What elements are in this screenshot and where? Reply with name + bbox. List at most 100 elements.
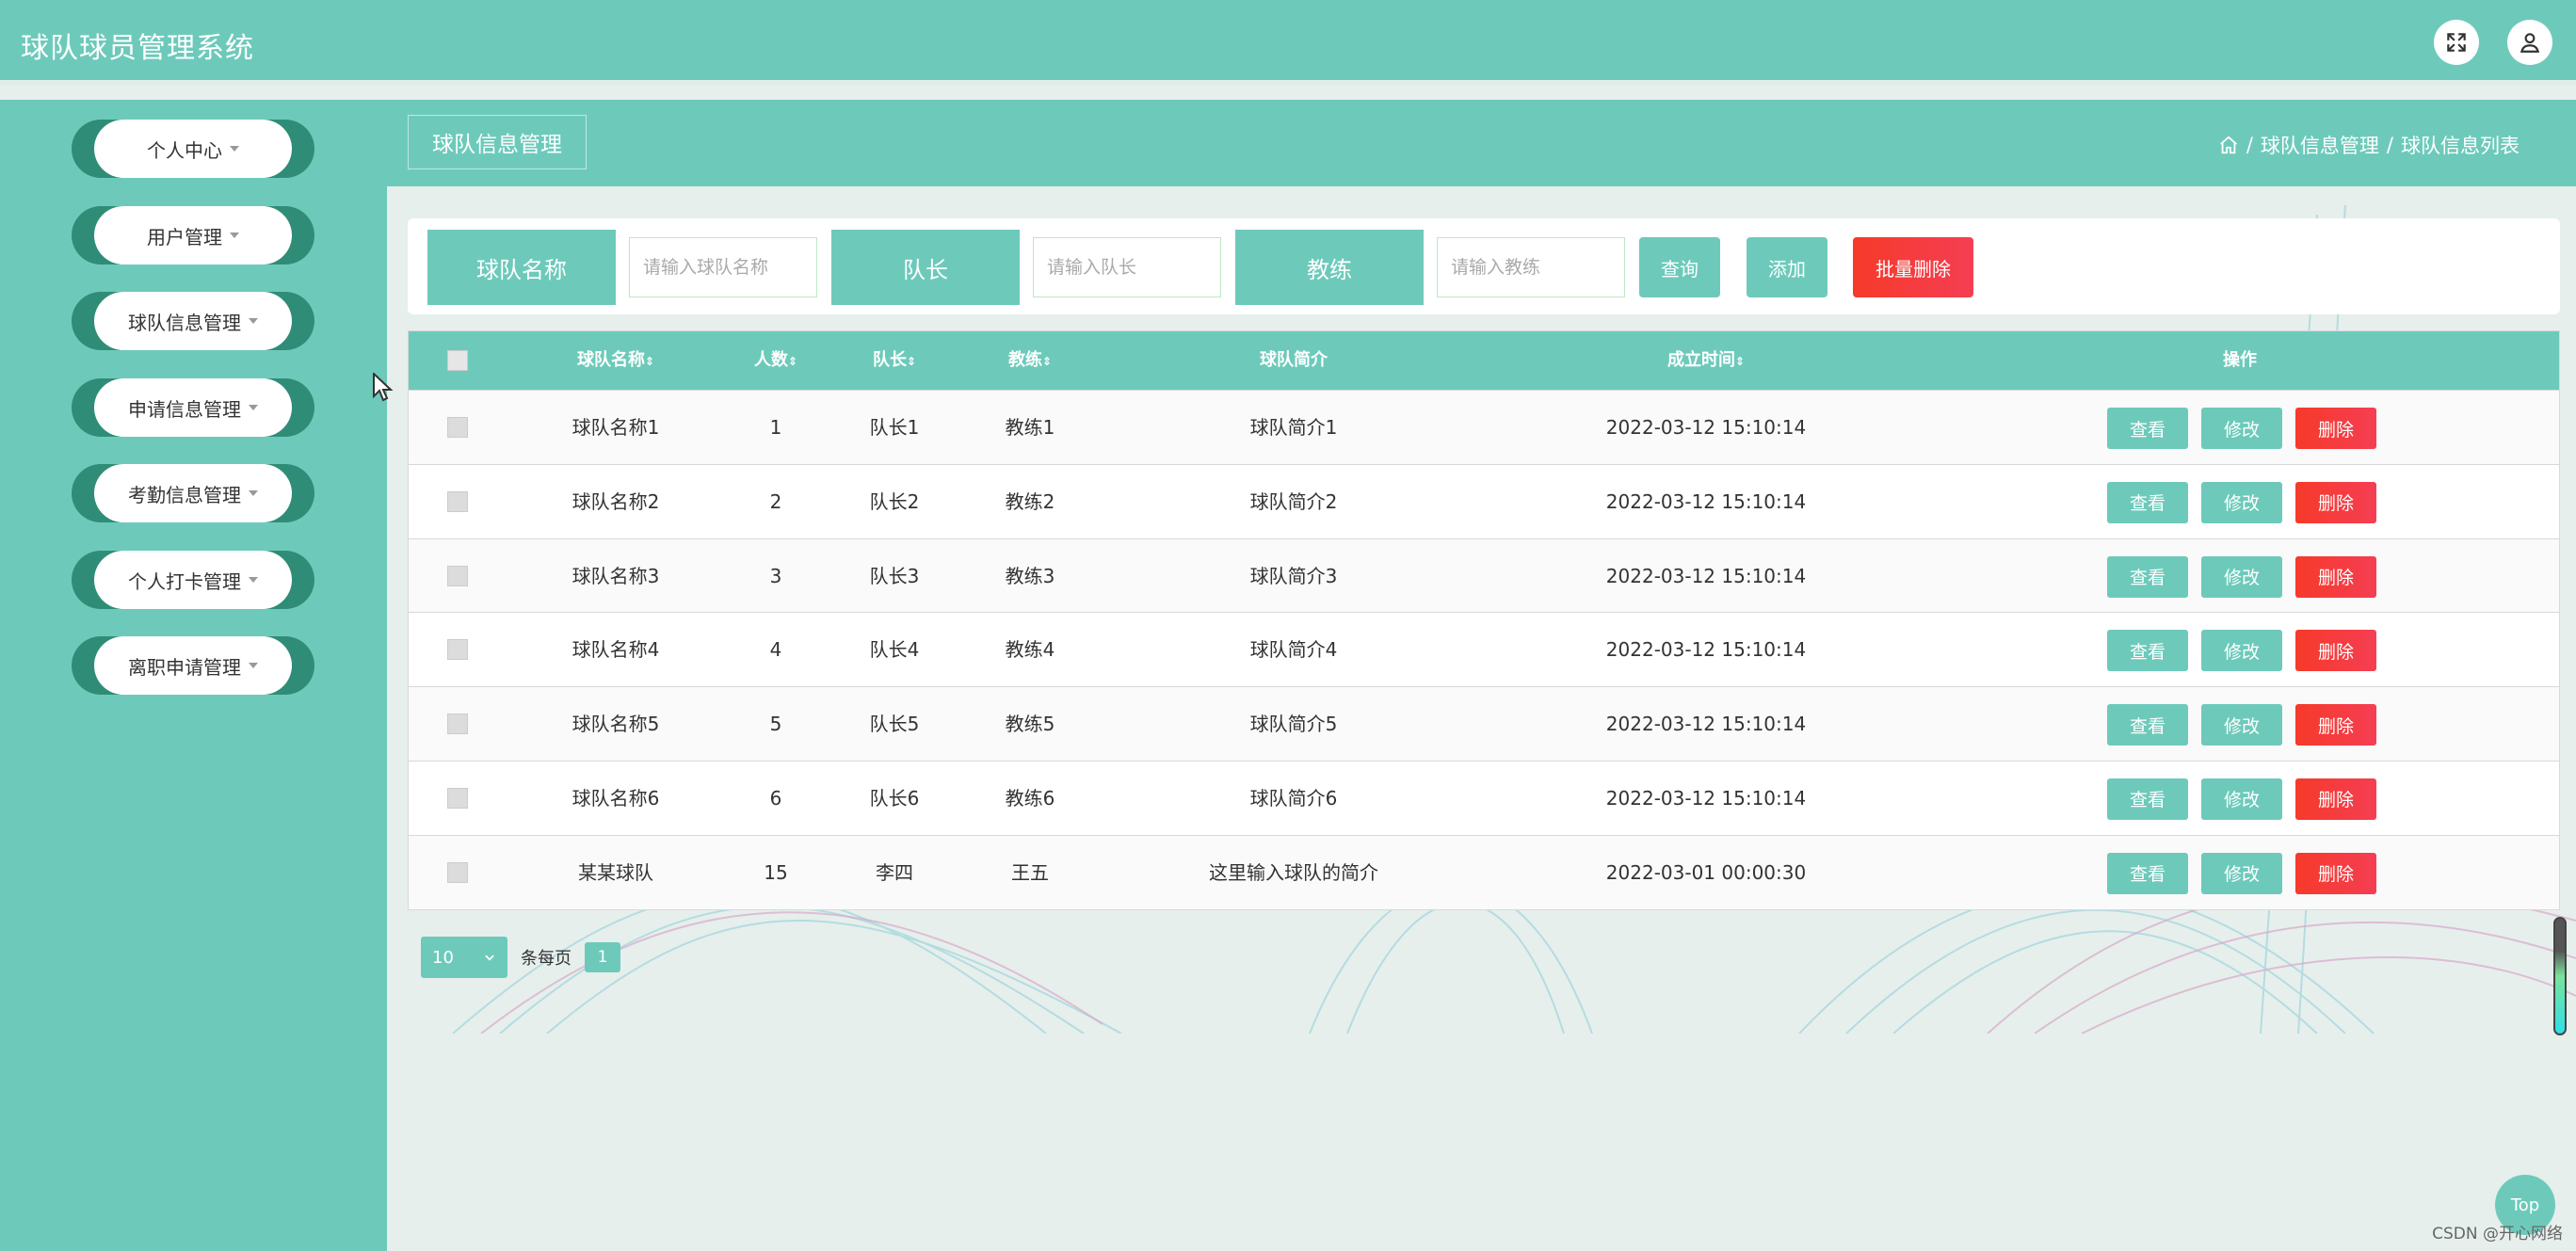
sidebar-item-label: 离职申请管理 [128,655,241,679]
caret-down-icon [249,490,258,496]
sidebar: 个人中心 用户管理 球队信息管理 申请信息管理 考勤信息管理 个人打卡管理 离职… [0,100,387,1251]
column-header-coach[interactable]: 教练⇕ [1008,331,1052,390]
page-number-current[interactable]: 1 [585,942,620,972]
edit-button[interactable]: 修改 [2201,555,2282,598]
caret-down-icon [249,405,258,410]
scroll-indicator[interactable] [2553,917,2567,1035]
view-button[interactable]: 查看 [2107,852,2188,894]
view-button[interactable]: 查看 [2107,555,2188,598]
cell-founded: 2022-03-01 00:00:30 [1605,860,1807,884]
sidebar-item-label: 考勤信息管理 [128,483,241,506]
coach-input[interactable] [1437,237,1625,297]
table-body: 球队名称1 1 队长1 教练1 球队简介1 2022-03-12 15:10:14 查看 修改… [409,390,2559,909]
user-button[interactable] [2507,20,2552,65]
row-checkbox[interactable] [447,861,468,883]
sidebar-item-user-management[interactable]: 用户管理 [72,206,314,265]
view-button[interactable]: 查看 [2107,630,2188,672]
edit-button[interactable]: 修改 [2201,778,2282,820]
sort-icon: ⇕ [644,355,655,368]
sidebar-item-personal-center[interactable]: 个人中心 [72,120,314,178]
per-page-label: 条每页 [521,949,572,969]
delete-button[interactable]: 删除 [2295,852,2376,894]
breadcrumb-item-team-info[interactable]: 球队信息管理 [2261,131,2379,159]
delete-button[interactable]: 删除 [2295,555,2376,598]
sidebar-item-team-info[interactable]: 球队信息管理 [72,292,314,350]
select-all-checkbox[interactable] [447,350,468,371]
cell-captain: 队长2 [869,489,920,513]
caret-down-icon [230,146,239,152]
sidebar-item-pill[interactable]: 考勤信息管理 [94,464,292,522]
cell-founded: 2022-03-12 15:10:14 [1605,489,1807,513]
row-checkbox[interactable] [447,639,468,661]
delete-button[interactable]: 删除 [2295,704,2376,746]
breadcrumb-item-team-list: 球队信息列表 [2401,135,2520,157]
add-button[interactable]: 添加 [1747,237,1827,297]
caret-down-icon [249,663,258,668]
chevron-down-icon [485,954,494,961]
sidebar-item-pill[interactable]: 个人打卡管理 [94,551,292,609]
cell-count: 1 [769,416,782,439]
edit-button[interactable]: 修改 [2201,408,2282,449]
delete-button[interactable]: 删除 [2295,630,2376,672]
home-icon[interactable] [2218,135,2239,155]
view-button[interactable]: 查看 [2107,704,2188,746]
row-checkbox[interactable] [447,714,468,735]
row-checkbox[interactable] [447,787,468,809]
row-checkbox[interactable] [447,417,468,438]
sidebar-item-pill[interactable]: 用户管理 [94,206,292,265]
sidebar-item-pill[interactable]: 球队信息管理 [94,292,292,350]
table-row: 球队名称1 1 队长1 教练1 球队简介1 2022-03-12 15:10:14 查看 修改… [409,390,2559,464]
view-button[interactable]: 查看 [2107,408,2188,449]
sidebar-item-pill[interactable]: 申请信息管理 [94,378,292,437]
cell-coach: 教练3 [1005,564,1055,587]
cell-name: 球队名称3 [572,564,660,587]
cell-name: 某某球队 [578,860,653,884]
view-button[interactable]: 查看 [2107,481,2188,523]
delete-button[interactable]: 删除 [2295,481,2376,523]
sort-icon: ⇕ [787,355,798,368]
cell-intro: 这里输入球队的简介 [1209,860,1378,884]
view-button[interactable]: 查看 [2107,778,2188,820]
sidebar-item-pill[interactable]: 个人中心 [94,120,292,178]
batch-delete-button[interactable]: 批量删除 [1853,237,1973,297]
sidebar-item-checkin[interactable]: 个人打卡管理 [72,551,314,609]
cell-intro: 球队简介4 [1249,638,1338,662]
sidebar-item-attendance-info[interactable]: 考勤信息管理 [72,464,314,522]
sort-icon: ⇕ [906,355,917,368]
cell-intro: 球队简介2 [1249,489,1338,513]
column-header-captain[interactable]: 队长⇕ [873,331,916,390]
edit-button[interactable]: 修改 [2201,852,2282,894]
user-icon [2520,33,2540,53]
table-header: 球队名称⇕ 人数⇕ 队长⇕ 教练⇕ 球队简介 成立时间⇕ 操作 [409,331,2559,390]
captain-input[interactable] [1033,237,1221,297]
sidebar-item-resignation[interactable]: 离职申请管理 [72,636,314,695]
row-checkbox[interactable] [447,490,468,512]
app-title: 球队球员管理系统 [21,32,254,65]
sort-icon: ⇕ [1734,355,1746,368]
edit-button[interactable]: 修改 [2201,704,2282,746]
column-header-count[interactable]: 人数⇕ [754,331,797,390]
edit-button[interactable]: 修改 [2201,630,2282,672]
cell-intro: 球队简介5 [1249,713,1338,736]
table-row: 球队名称2 2 队长2 教练2 球队简介2 2022-03-12 15:10:14 查看 修改… [409,463,2559,538]
cell-count: 6 [769,786,782,810]
row-checkbox[interactable] [447,565,468,586]
sidebar-item-label: 球队信息管理 [128,311,241,334]
sidebar-item-application-info[interactable]: 申请信息管理 [72,378,314,437]
query-button[interactable]: 查询 [1639,237,1720,297]
edit-button[interactable]: 修改 [2201,481,2282,523]
page-size-select[interactable]: 10 [421,937,507,978]
cell-intro: 球队简介6 [1249,786,1338,810]
delete-button[interactable]: 删除 [2295,408,2376,449]
delete-button[interactable]: 删除 [2295,778,2376,820]
breadcrumb-separator: / [2246,134,2253,156]
team-name-input[interactable] [629,237,817,297]
fullscreen-button[interactable] [2434,20,2479,65]
pagination: 10 条每页 1 [421,937,620,978]
team-table: 球队名称⇕ 人数⇕ 队长⇕ 教练⇕ 球队简介 成立时间⇕ 操作 球队名称1 1 队长… [408,330,2560,910]
column-header-team-name[interactable]: 球队名称⇕ [577,331,654,390]
cell-captain: 队长1 [869,416,920,439]
sidebar-item-pill[interactable]: 离职申请管理 [94,636,292,695]
column-header-founded[interactable]: 成立时间⇕ [1667,331,1745,390]
sidebar-item-label: 申请信息管理 [128,397,241,421]
